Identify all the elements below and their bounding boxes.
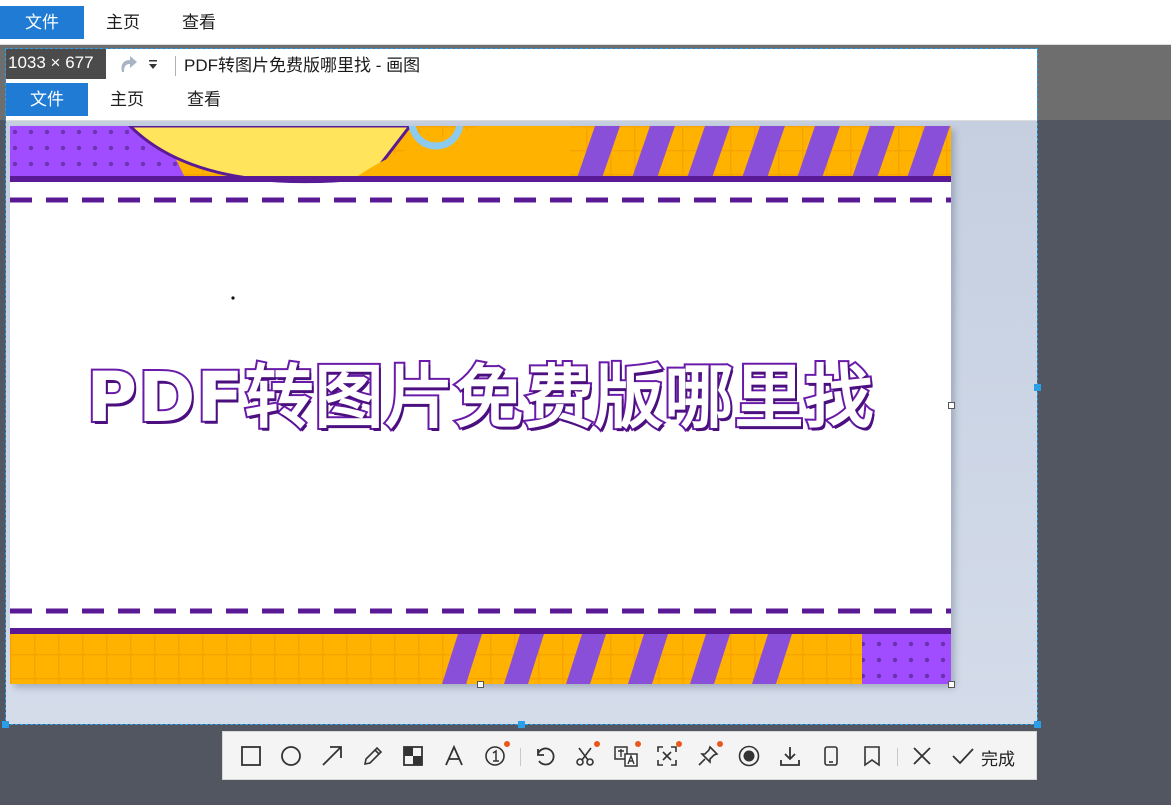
numbered-marker-icon xyxy=(485,746,505,766)
bookmark-tool[interactable] xyxy=(857,741,887,771)
done-button-label[interactable]: 完成 xyxy=(981,745,1015,770)
redo-icon[interactable] xyxy=(116,54,140,81)
mosaic-tool[interactable] xyxy=(398,741,428,771)
number-tool[interactable] xyxy=(480,741,510,771)
circle-icon xyxy=(281,746,301,766)
quick-access-dropdown-icon[interactable] xyxy=(147,58,159,77)
canvas-image: PDF转图片免费版哪里找 xyxy=(10,126,955,688)
resize-handle-bottom-right[interactable] xyxy=(948,681,955,688)
done-tool[interactable] xyxy=(948,741,978,771)
download-tool[interactable] xyxy=(775,741,805,771)
selection-handle-right[interactable] xyxy=(1034,384,1041,391)
inner-menu-bar: 文件 主页 查看 xyxy=(6,83,1037,121)
record-tool[interactable] xyxy=(734,741,764,771)
mosaic-icon xyxy=(403,746,423,766)
ocr-icon xyxy=(657,746,677,766)
image-title-text: PDF转图片免费版哪里找 xyxy=(85,356,876,440)
new-feature-badge xyxy=(676,741,682,747)
window-title: PDF转图片免费版哪里找 - 画图 xyxy=(184,56,421,75)
undo-icon xyxy=(537,747,555,766)
text-tool[interactable] xyxy=(439,741,469,771)
bookmark-icon xyxy=(864,746,880,767)
close-icon xyxy=(913,747,931,765)
outer-menu-file[interactable]: 文件 xyxy=(0,6,84,39)
resize-handle-bottom[interactable] xyxy=(477,681,484,688)
selection-handle-bottom[interactable] xyxy=(518,721,525,728)
toolbar-separator xyxy=(520,748,521,766)
undo-tool[interactable] xyxy=(529,741,559,771)
new-feature-badge xyxy=(717,741,723,747)
arrow-tool[interactable] xyxy=(317,741,347,771)
rectangle-icon xyxy=(241,746,261,766)
toolbar-separator xyxy=(897,748,898,766)
selection-size-label: 1033 × 677 xyxy=(6,49,106,79)
translate-icon xyxy=(614,746,638,767)
new-feature-badge xyxy=(504,741,510,747)
ocr-tool[interactable] xyxy=(652,741,682,771)
ellipse-tool[interactable] xyxy=(276,741,306,771)
new-feature-badge xyxy=(594,741,600,747)
scissors-icon xyxy=(576,747,594,766)
rectangle-tool[interactable] xyxy=(236,741,266,771)
check-icon xyxy=(952,748,974,765)
download-icon xyxy=(780,747,800,766)
title-separator xyxy=(175,56,176,76)
pin-icon xyxy=(698,745,719,766)
cut-tool[interactable] xyxy=(570,741,600,771)
pencil-icon xyxy=(363,746,383,766)
text-icon xyxy=(445,745,463,766)
record-icon xyxy=(738,745,760,767)
close-tool[interactable] xyxy=(907,741,937,771)
translate-tool[interactable] xyxy=(611,741,641,771)
arrow-icon xyxy=(322,746,342,766)
capture-selection[interactable]: 1033 × 677 PDF转图片免费版哪里找 - 画图 文件 主页 查看 PD… xyxy=(5,48,1038,725)
outer-menu-home[interactable]: 主页 xyxy=(92,6,154,39)
selection-handle-bottom-left[interactable] xyxy=(2,721,9,728)
inner-menu-home[interactable]: 主页 xyxy=(96,83,158,116)
pin-tool[interactable] xyxy=(693,741,723,771)
phone-icon xyxy=(824,746,838,766)
inner-title-bar: 1033 × 677 PDF转图片免费版哪里找 - 画图 xyxy=(6,49,1037,83)
new-feature-badge xyxy=(635,741,641,747)
inner-menu-file[interactable]: 文件 xyxy=(6,83,88,116)
inner-menu-view[interactable]: 查看 xyxy=(173,83,235,116)
phone-tool[interactable] xyxy=(816,741,846,771)
pen-tool[interactable] xyxy=(358,741,388,771)
outer-menu-bar: 文件 主页 查看 xyxy=(0,0,1171,45)
selection-handle-bottom-right[interactable] xyxy=(1034,721,1041,728)
outer-menu-view[interactable]: 查看 xyxy=(168,6,230,39)
screenshot-toolbar: 完成 xyxy=(222,731,1037,780)
resize-handle-right[interactable] xyxy=(948,402,955,409)
